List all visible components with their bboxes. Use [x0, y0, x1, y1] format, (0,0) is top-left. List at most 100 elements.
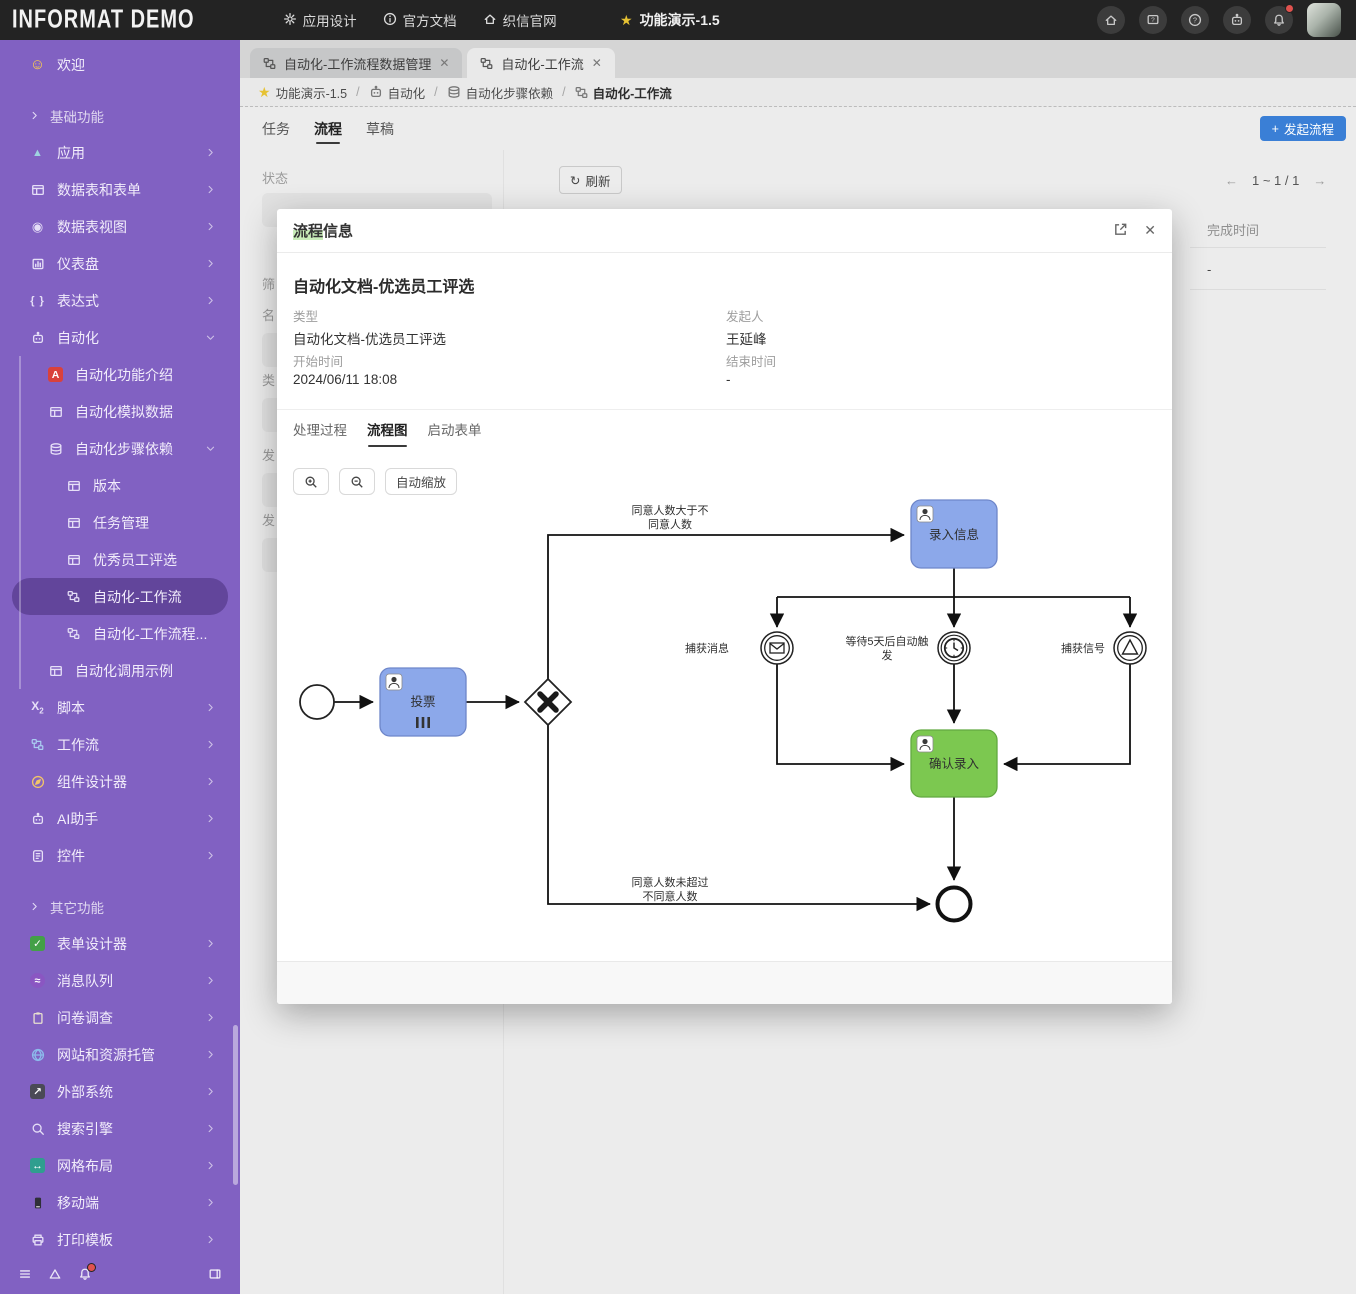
modal-tab-启动表单[interactable]: 启动表单 [428, 410, 482, 447]
notifications-button[interactable] [1265, 6, 1293, 34]
chevron-right-icon [28, 110, 40, 121]
sidebar-item-表单设计器[interactable]: ✓表单设计器 [12, 925, 228, 962]
list-icon[interactable] [18, 1267, 32, 1281]
zoom-out-button[interactable] [339, 468, 375, 495]
sidebar-item-数据表视图[interactable]: ◉数据表视图 [12, 208, 228, 245]
refresh-button[interactable]: ↻ 刷新 [559, 166, 622, 194]
panel-icon[interactable] [208, 1267, 222, 1281]
subtab-任务[interactable]: 任务 [262, 107, 290, 150]
message-catch-event[interactable] [761, 632, 793, 664]
sidebar-item-自动化-工作流[interactable]: 自动化-工作流 [12, 578, 228, 615]
sidebar-item-表达式[interactable]: { }表达式 [12, 282, 228, 319]
close-tab-icon[interactable]: ✕ [592, 56, 602, 70]
sidebar-item-自动化步骤依赖[interactable]: 自动化步骤依赖 [12, 430, 228, 467]
compass-icon [28, 775, 47, 789]
home-button[interactable] [1097, 6, 1125, 34]
sidebar-item-AI助手[interactable]: AI助手 [12, 800, 228, 837]
window-tab-1[interactable]: 自动化-工作流 ✕ [467, 48, 614, 78]
modal-tab-流程图[interactable]: 流程图 [367, 410, 408, 447]
control-icon [28, 849, 47, 863]
bell-icon[interactable] [78, 1267, 92, 1281]
signal-catch-event[interactable] [1114, 632, 1146, 664]
close-tab-icon[interactable]: ✕ [439, 56, 449, 70]
sidebar-item-组件设计器[interactable]: 组件设计器 [12, 763, 228, 800]
database-icon [447, 85, 461, 99]
sidebar-item-打印模板[interactable]: 打印模板 [12, 1221, 228, 1254]
sidebar-item-问卷调查[interactable]: 问卷调查 [12, 999, 228, 1036]
approve-label-line2: 同意人数 [648, 517, 692, 531]
sidebar-item-应用[interactable]: ▲应用 [12, 134, 228, 171]
breadcrumb-item-3[interactable]: 自动化-工作流 [575, 83, 672, 102]
sidebar-item-欢迎[interactable]: ☺欢迎 [12, 46, 228, 83]
prev-page-icon[interactable]: ← [1225, 173, 1238, 188]
subtab-流程[interactable]: 流程 [314, 107, 342, 150]
sidebar-item-label: 自动化步骤依赖 [75, 439, 173, 459]
breadcrumb-item-0[interactable]: ★功能演示-1.5 [258, 83, 347, 102]
sidebar-item-外部系统[interactable]: ↗外部系统 [12, 1073, 228, 1110]
workspace-title[interactable]: ★功能演示-1.5 [620, 10, 720, 30]
chevron-down-icon [205, 443, 216, 454]
header-nav-0[interactable]: 应用设计 [283, 10, 357, 30]
modal-tab-处理过程[interactable]: 处理过程 [293, 410, 347, 447]
triangle-icon[interactable] [48, 1267, 62, 1281]
sidebar-item-自动化调用示例[interactable]: 自动化调用示例 [12, 652, 228, 689]
sidebar-item-label: 版本 [93, 476, 121, 496]
start-process-button[interactable]: + 发起流程 [1260, 116, 1346, 141]
confirm-task-label: 确认录入 [929, 757, 980, 771]
sidebar-item-消息队列[interactable]: ≈消息队列 [12, 962, 228, 999]
sidebar-item-label: AI助手 [57, 809, 98, 829]
sidebar-item-控件[interactable]: 控件 [12, 837, 228, 874]
chevron-right-icon [205, 221, 216, 232]
zoom-in-button[interactable] [293, 468, 329, 495]
sidebar-item-自动化模拟数据[interactable]: 自动化模拟数据 [12, 393, 228, 430]
timer-event[interactable] [938, 632, 970, 664]
header-nav-1[interactable]: 官方文档 [383, 10, 457, 30]
sidebar-item-自动化[interactable]: 自动化 [12, 319, 228, 356]
sidebar-item-优秀员工评选[interactable]: 优秀员工评选 [12, 541, 228, 578]
sidebar-item-自动化功能介绍[interactable]: A自动化功能介绍 [12, 356, 228, 393]
header-nav-2[interactable]: 织信官网 [483, 10, 557, 30]
sidebar-item-搜索引擎[interactable]: 搜索引擎 [12, 1110, 228, 1147]
sidebar-item-移动端[interactable]: 移动端 [12, 1184, 228, 1221]
record-task[interactable]: 录入信息 [911, 500, 997, 568]
sidebar-item-工作流[interactable]: 工作流 [12, 726, 228, 763]
list-divider [1190, 289, 1326, 290]
sidebar-item-数据表和表单[interactable]: 数据表和表单 [12, 171, 228, 208]
start-event[interactable] [300, 685, 334, 719]
queue-icon: ≈ [28, 973, 47, 988]
end-event[interactable] [938, 888, 971, 921]
list-divider [1190, 247, 1326, 248]
close-icon[interactable]: ✕ [1144, 222, 1156, 239]
assistant-button[interactable] [1223, 6, 1251, 34]
chevron-right-icon [205, 850, 216, 861]
star-icon: ★ [258, 84, 271, 101]
subtab-草稿[interactable]: 草稿 [366, 107, 394, 150]
sidebar-item-其它功能[interactable]: 其它功能 [12, 888, 228, 925]
sidebar-item-自动化-工作流程...[interactable]: 自动化-工作流程... [12, 615, 228, 652]
sidebar-item-任务管理[interactable]: 任务管理 [12, 504, 228, 541]
sidebar-item-基础功能[interactable]: 基础功能 [12, 97, 228, 134]
sidebar-scrollbar[interactable] [233, 1025, 238, 1185]
feedback-button[interactable]: ? [1139, 6, 1167, 34]
vote-task[interactable]: 投票 [380, 668, 466, 736]
diagram-toolbar: 自动缩放 [293, 468, 457, 495]
modal-tabs: 处理过程流程图启动表单 [277, 409, 1172, 447]
pagination: ← 1 ~ 1 / 1 → [1225, 166, 1326, 194]
window-tab-0[interactable]: 自动化-工作流程数据管理 ✕ [250, 48, 462, 78]
auto-zoom-button[interactable]: 自动缩放 [385, 468, 457, 495]
exclusive-gateway[interactable] [525, 679, 571, 725]
sidebar-item-版本[interactable]: 版本 [12, 467, 228, 504]
next-page-icon[interactable]: → [1313, 173, 1326, 188]
user-avatar[interactable] [1307, 3, 1341, 37]
chevron-right-icon [205, 295, 216, 306]
sidebar-item-网格布局[interactable]: ↔网格布局 [12, 1147, 228, 1184]
help-button[interactable]: ? [1181, 6, 1209, 34]
home-icon [483, 12, 497, 29]
confirm-task[interactable]: 确认录入 [911, 730, 997, 797]
sidebar-item-脚本[interactable]: X2脚本 [12, 689, 228, 726]
breadcrumb-item-1[interactable]: 自动化 [369, 83, 426, 102]
breadcrumb-item-2[interactable]: 自动化步骤依赖 [447, 83, 554, 102]
open-in-new-icon[interactable] [1113, 222, 1128, 239]
sidebar-item-网站和资源托管[interactable]: 网站和资源托管 [12, 1036, 228, 1073]
sidebar-item-仪表盘[interactable]: 仪表盘 [12, 245, 228, 282]
